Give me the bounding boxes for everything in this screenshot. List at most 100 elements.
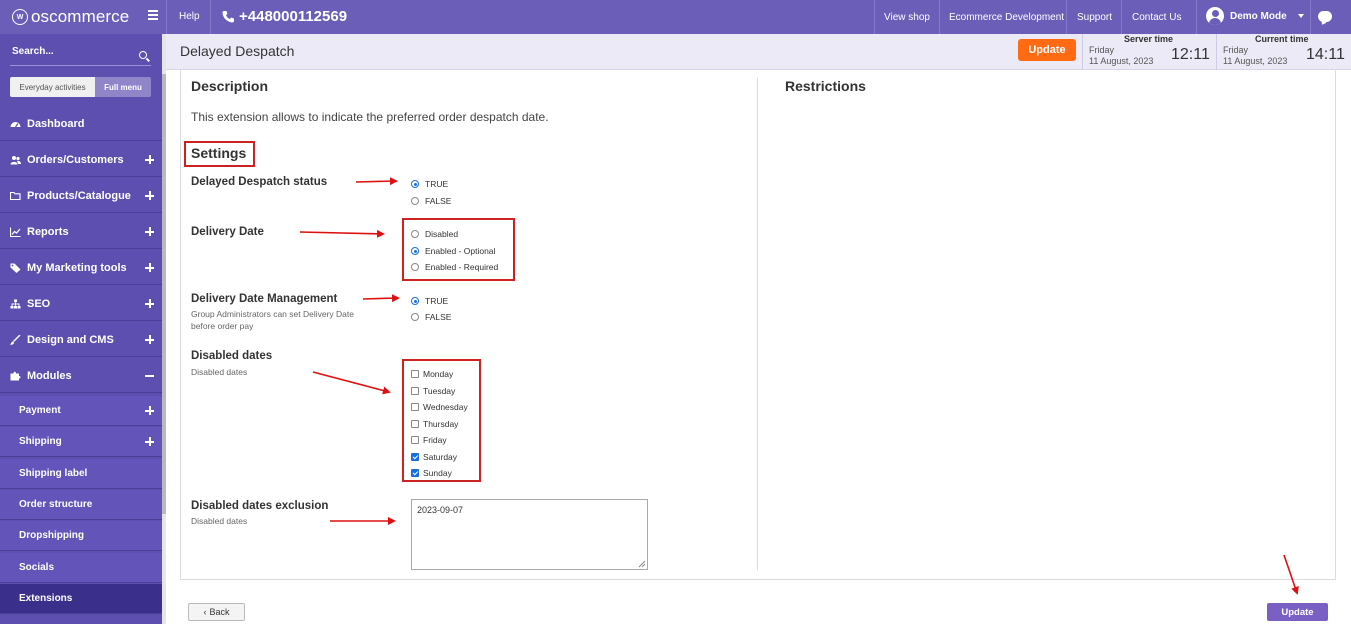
sidebar-subitem-order-structure[interactable]: Order structure <box>0 490 162 520</box>
collapse-minus-icon[interactable] <box>145 375 154 377</box>
contact-us-link[interactable]: Contact Us <box>1132 12 1181 23</box>
back-button[interactable]: ‹ Back <box>188 603 245 621</box>
day-checkbox-monday[interactable]: Monday <box>411 369 453 379</box>
sidebar-scrollbar[interactable] <box>162 34 166 624</box>
day-checkbox-saturday[interactable]: Saturday <box>411 452 457 462</box>
user-name: Demo Mode <box>1230 10 1287 22</box>
disabled-dates-exclusion-textarea[interactable]: 2023-09-07 <box>411 499 648 570</box>
help-link[interactable]: Help <box>179 11 200 22</box>
delivery-date-option-required[interactable]: Enabled - Required <box>411 262 498 272</box>
current-time-day: Friday <box>1223 45 1249 55</box>
radio-button[interactable] <box>411 197 419 205</box>
expand-plus-icon[interactable] <box>145 263 154 272</box>
update-button[interactable]: Update <box>1018 39 1076 61</box>
management-option-true[interactable]: TRUE <box>411 296 448 306</box>
divider <box>210 0 211 34</box>
sidebar-search-input[interactable]: Search... <box>10 44 151 66</box>
checkbox[interactable] <box>411 469 419 477</box>
status-option-true[interactable]: TRUE <box>411 179 448 189</box>
divider <box>1196 0 1197 34</box>
puzzle-icon <box>10 371 21 381</box>
sidebar-item-label: Dashboard <box>27 118 85 130</box>
update-button-bottom[interactable]: Update <box>1267 603 1328 621</box>
checkbox[interactable] <box>411 436 419 444</box>
day-label: Thursday <box>423 419 459 429</box>
sidebar-item-reports[interactable]: Reports <box>0 216 162 249</box>
option-label: FALSE <box>425 196 452 206</box>
expand-plus-icon[interactable] <box>145 227 154 236</box>
radio-button[interactable] <box>411 230 419 238</box>
expand-plus-icon[interactable] <box>145 335 154 344</box>
day-checkbox-thursday[interactable]: Thursday <box>411 419 458 429</box>
expand-plus-icon[interactable] <box>145 155 154 164</box>
sidebar-item-modules[interactable]: Modules <box>0 360 162 393</box>
status-option-false[interactable]: FALSE <box>411 196 451 206</box>
day-checkbox-sunday[interactable]: Sunday <box>411 468 452 478</box>
option-label: TRUE <box>425 179 449 189</box>
search-placeholder: Search... <box>12 46 54 57</box>
delivery-date-option-disabled[interactable]: Disabled <box>411 229 458 239</box>
support-link[interactable]: Support <box>1077 12 1112 23</box>
sidebar-item-label: My Marketing tools <box>27 262 127 274</box>
view-shop-link[interactable]: View shop <box>884 12 930 23</box>
checkbox[interactable] <box>411 453 419 461</box>
current-time-value: 14:11 <box>1306 46 1345 63</box>
dashboard-icon <box>10 122 21 128</box>
logo[interactable]: W oscommerce <box>0 0 166 34</box>
sidebar-item-marketing-tools[interactable]: My Marketing tools <box>0 252 162 285</box>
sidebar-subitem-label: Payment <box>19 405 61 416</box>
day-checkbox-wednesday[interactable]: Wednesday <box>411 402 468 412</box>
expand-plus-icon[interactable] <box>145 299 154 308</box>
radio-button[interactable] <box>411 263 419 271</box>
search-icon[interactable] <box>139 51 147 59</box>
phone-icon <box>222 11 234 23</box>
user-menu[interactable]: Demo Mode <box>1206 7 1304 25</box>
sidebar-item-design-cms[interactable]: Design and CMS <box>0 324 162 357</box>
sidebar-item-dashboard[interactable]: Dashboard <box>0 108 162 141</box>
sidebar-subitem-socials[interactable]: Socials <box>0 553 162 583</box>
sidebar-subitem-dropshipping[interactable]: Dropshipping <box>0 521 162 551</box>
phone-number[interactable]: +448000112569 <box>222 8 347 25</box>
checkbox[interactable] <box>411 370 419 378</box>
option-label: Enabled - Required <box>425 262 499 272</box>
day-checkbox-tuesday[interactable]: Tuesday <box>411 386 455 396</box>
checkbox[interactable] <box>411 403 419 411</box>
ecommerce-development-link[interactable]: Ecommerce Development <box>949 12 1064 23</box>
sidebar-subitem-label: Extensions <box>19 593 73 604</box>
description-text: This extension allows to indicate the pr… <box>191 110 549 124</box>
management-option-false[interactable]: FALSE <box>411 312 451 322</box>
sidebar-subitem-shipping[interactable]: Shipping <box>0 427 162 457</box>
scrollbar-thumb[interactable] <box>162 74 166 514</box>
exclusion-label: Disabled dates exclusion <box>191 500 329 512</box>
chat-icon[interactable] <box>1318 11 1332 22</box>
hamburger-menu-icon[interactable] <box>148 10 158 20</box>
resize-handle-icon[interactable] <box>638 560 646 568</box>
checkbox[interactable] <box>411 387 419 395</box>
sidebar-subitem-label: Dropshipping <box>19 530 84 541</box>
checkbox[interactable] <box>411 420 419 428</box>
expand-plus-icon[interactable] <box>145 191 154 200</box>
everyday-activities-toggle[interactable]: Everyday activities <box>10 77 95 97</box>
radio-button[interactable] <box>411 180 419 188</box>
expand-plus-icon[interactable] <box>145 437 154 446</box>
sidebar-item-seo[interactable]: SEO <box>0 288 162 321</box>
expand-plus-icon[interactable] <box>145 406 154 415</box>
day-checkbox-friday[interactable]: Friday <box>411 435 447 445</box>
sidebar-item-orders-customers[interactable]: Orders/Customers <box>0 144 162 177</box>
day-label: Tuesday <box>423 386 456 396</box>
server-time-label: Server time <box>1124 34 1174 44</box>
radio-button[interactable] <box>411 247 419 255</box>
sidebar-item-products-catalogue[interactable]: Products/Catalogue <box>0 180 162 213</box>
option-label: FALSE <box>425 312 452 322</box>
sidebar-subitem-shipping-label[interactable]: Shipping label <box>0 459 162 489</box>
delivery-date-option-optional[interactable]: Enabled - Optional <box>411 246 495 256</box>
sidebar-subitem-payment[interactable]: Payment <box>0 396 162 426</box>
radio-button[interactable] <box>411 313 419 321</box>
sidebar-subitem-extensions[interactable]: Extensions <box>0 584 162 614</box>
status-label: Delayed Despatch status <box>191 176 328 188</box>
radio-button[interactable] <box>411 297 419 305</box>
management-label: Delivery Date Management <box>191 293 338 305</box>
sidebar-item-label: Products/Catalogue <box>27 190 131 202</box>
full-menu-toggle[interactable]: Full menu <box>95 77 151 97</box>
management-description: before order pay <box>191 321 254 331</box>
